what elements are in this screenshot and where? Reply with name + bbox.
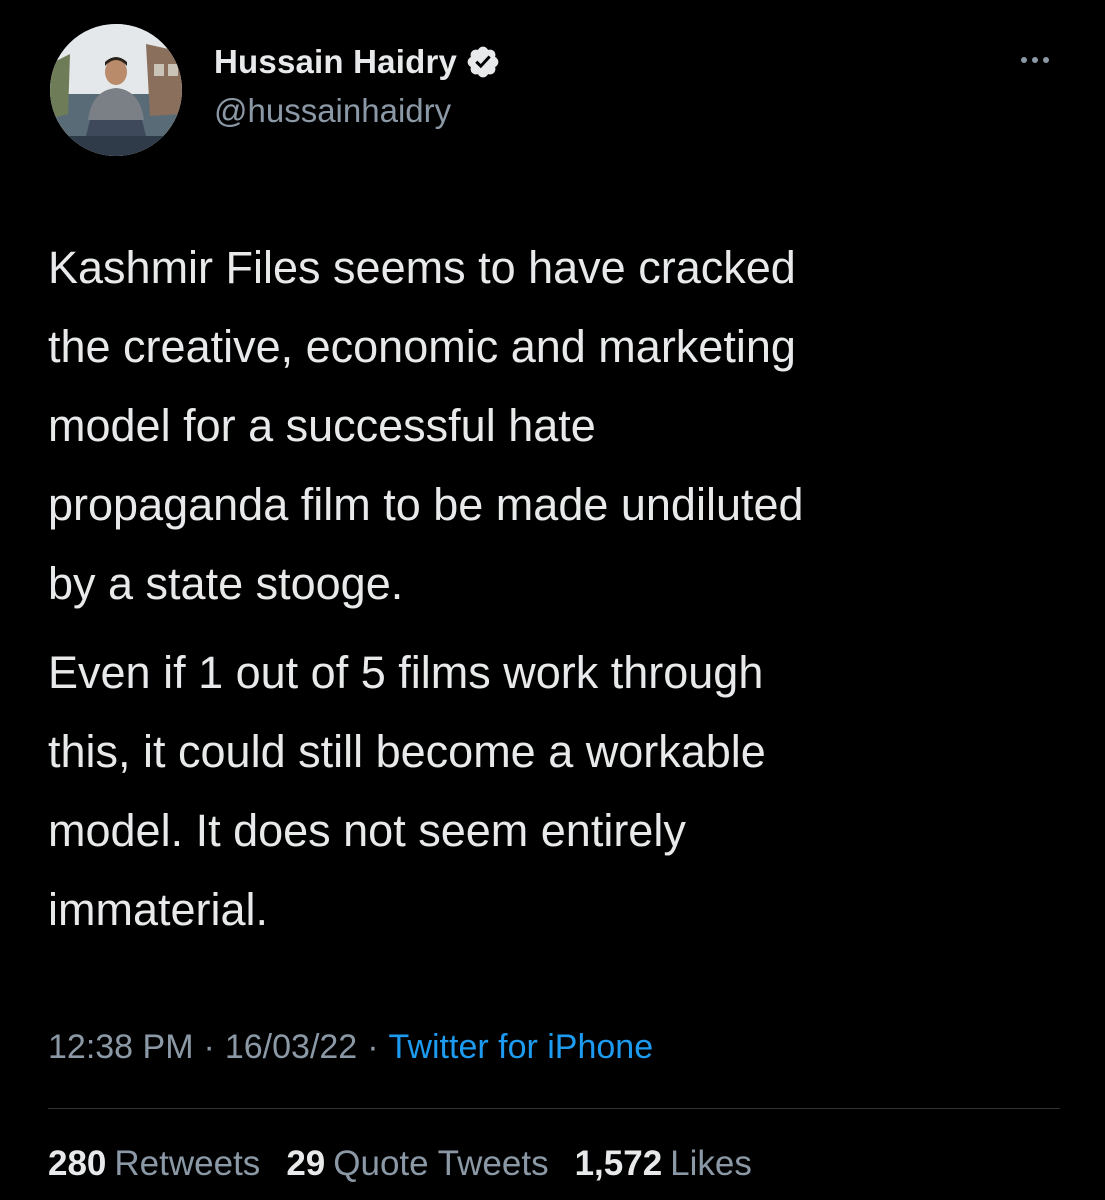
more-options-icon-dot: [1032, 57, 1038, 63]
author-name-row[interactable]: Hussain Haidry: [214, 40, 501, 84]
avatar[interactable]: [50, 24, 182, 156]
tweet-text: Kashmir Files seems to have cracked the …: [48, 228, 1068, 949]
quote-tweets-stat[interactable]: 29 Quote Tweets: [286, 1144, 548, 1184]
tweet-meta: 12:38 PM · 16/03/22 · Twitter for iPhone: [48, 1028, 653, 1067]
tweet-paragraph: Even if 1 out of 5 films work through th…: [48, 647, 766, 935]
tweet-time[interactable]: 12:38 PM: [48, 1028, 194, 1066]
author-handle[interactable]: @hussainhaidry: [214, 92, 451, 130]
avatar-photo: [50, 24, 182, 156]
more-options-icon-dot: [1043, 57, 1049, 63]
retweets-label: Retweets: [114, 1144, 261, 1183]
divider: [48, 1108, 1060, 1109]
quote-tweets-count: 29: [286, 1144, 326, 1183]
meta-separator: ·: [367, 1028, 379, 1066]
quote-tweets-label: Quote Tweets: [333, 1144, 549, 1183]
retweets-stat[interactable]: 280 Retweets: [48, 1144, 260, 1184]
verified-badge-icon: [465, 44, 501, 80]
likes-count: 1,572: [574, 1144, 663, 1183]
tweet-source-link[interactable]: Twitter for iPhone: [389, 1028, 654, 1066]
tweet-detail: Hussain Haidry @hussainhaidry Kashmir Fi…: [0, 0, 1105, 1200]
retweets-count: 280: [48, 1144, 107, 1183]
likes-label: Likes: [670, 1144, 752, 1183]
tweet-paragraph: Kashmir Files seems to have cracked the …: [48, 242, 804, 609]
meta-separator: ·: [203, 1028, 215, 1066]
tweet-stats: 280 Retweets 29 Quote Tweets 1,572 Likes: [48, 1144, 778, 1184]
tweet-date[interactable]: 16/03/22: [225, 1028, 357, 1066]
author-display-name[interactable]: Hussain Haidry: [214, 43, 457, 81]
more-options-button[interactable]: [1010, 50, 1060, 70]
likes-stat[interactable]: 1,572 Likes: [575, 1144, 752, 1184]
more-options-icon: [1021, 57, 1027, 63]
